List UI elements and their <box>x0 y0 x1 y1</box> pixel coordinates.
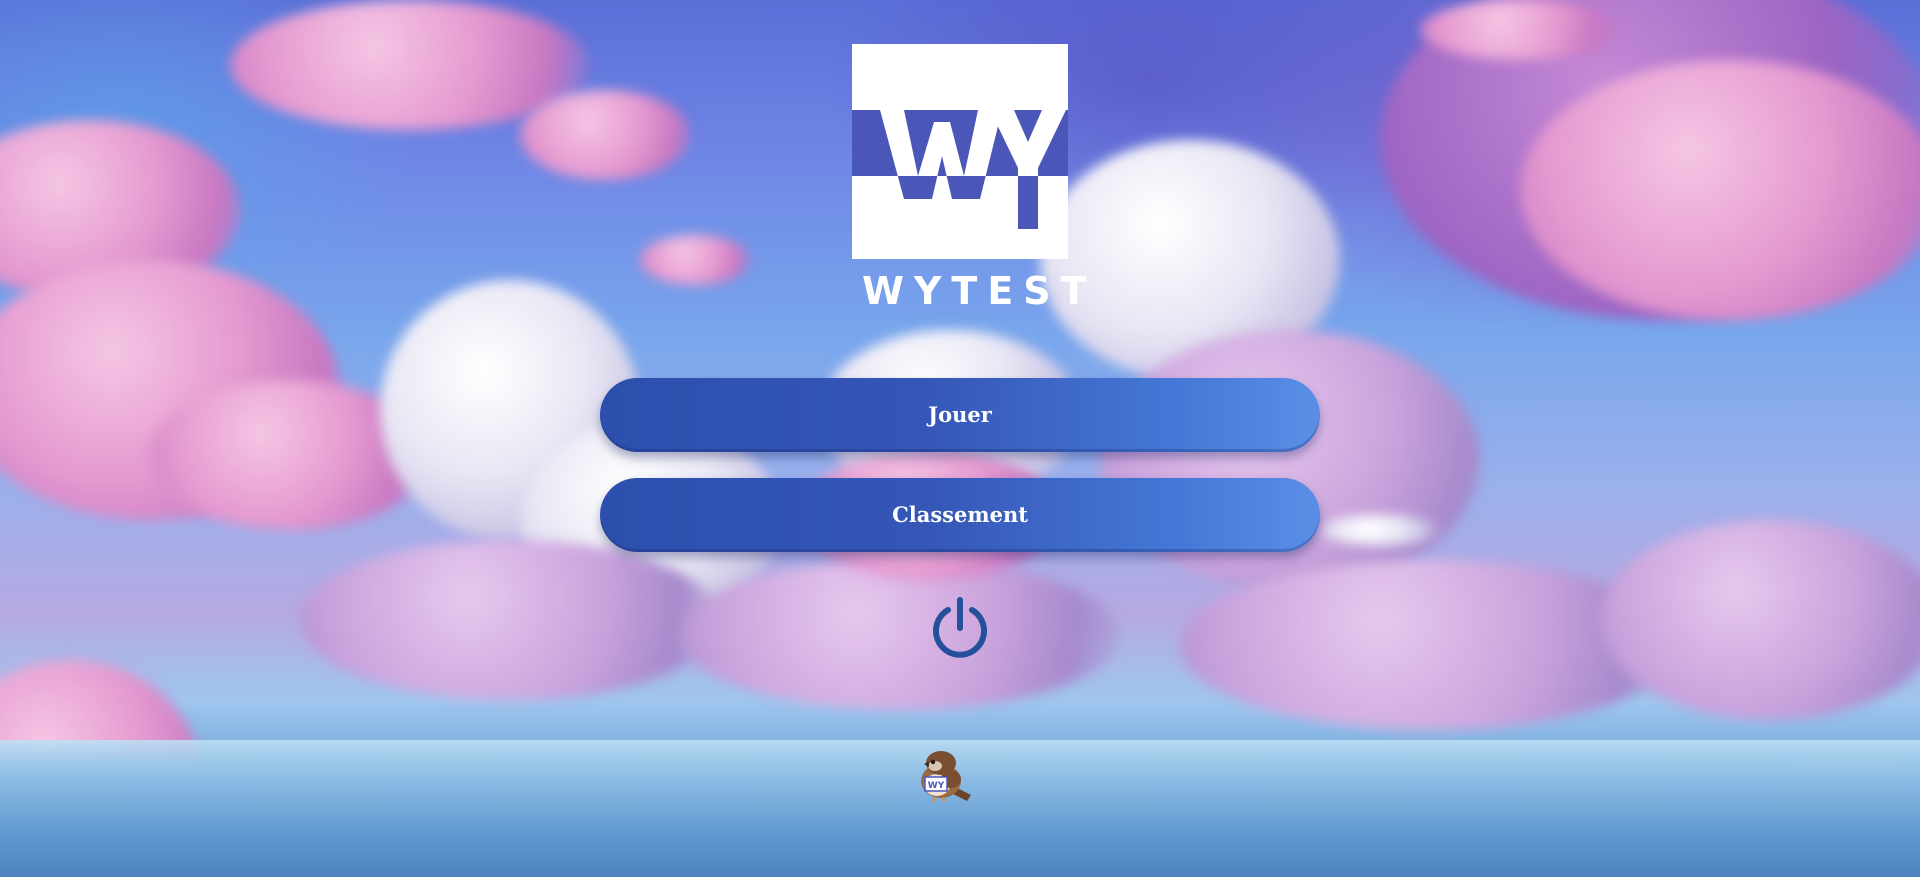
leaderboard-button[interactable]: Classement <box>600 478 1320 552</box>
cloud <box>1320 515 1440 545</box>
logo-monogram-icon <box>880 110 1066 229</box>
cloud <box>1600 520 1920 720</box>
power-icon <box>933 597 987 658</box>
brand-name: WYTEST <box>862 269 1097 313</box>
sparrow-mascot-icon: WY <box>921 751 971 803</box>
cloud <box>1520 60 1920 320</box>
play-button[interactable]: Jouer <box>600 378 1320 452</box>
mascot-badge: WY <box>928 781 945 791</box>
cloud <box>300 540 720 700</box>
app-logo <box>852 44 1068 259</box>
cloud <box>680 560 1120 710</box>
cloud <box>520 90 690 180</box>
cloud <box>1420 0 1620 60</box>
cloud <box>640 235 750 285</box>
power-button[interactable] <box>928 594 992 658</box>
